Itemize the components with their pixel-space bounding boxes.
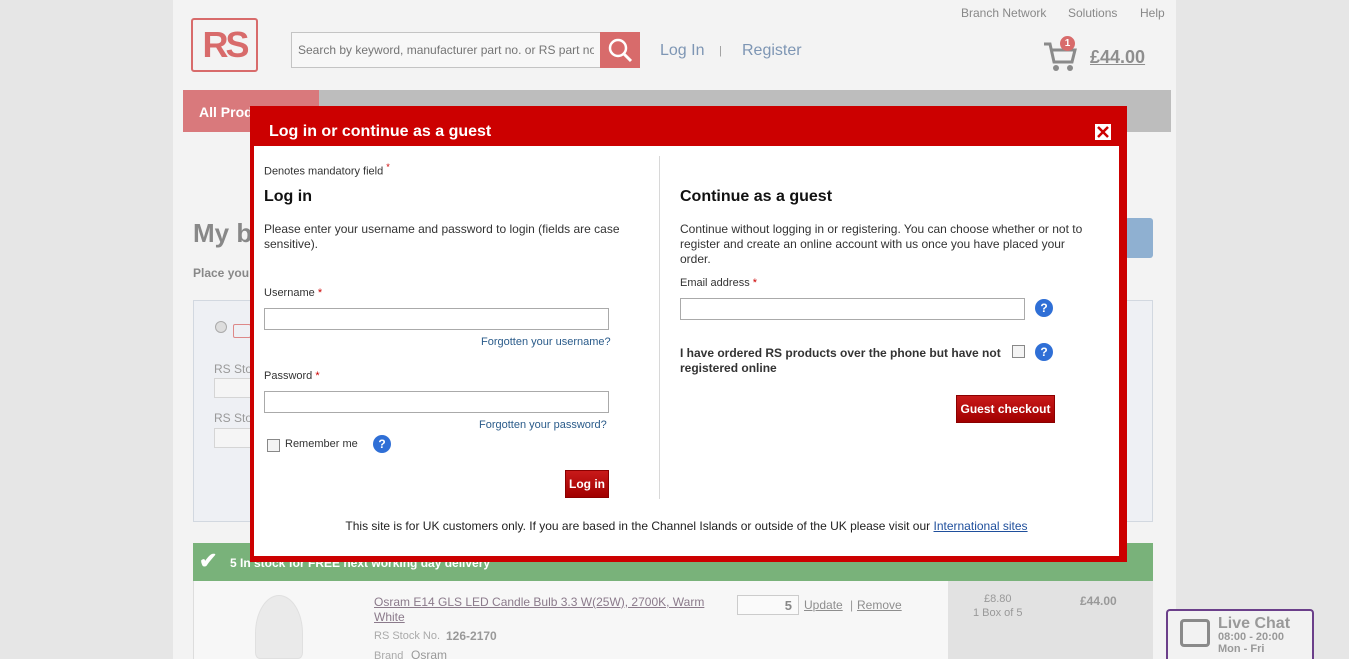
rs-stock-label: RS Sto <box>214 362 253 376</box>
brand-value: Osram <box>411 648 447 659</box>
search-input[interactable] <box>291 32 601 68</box>
rs-stock-no-label: RS Stock No. <box>374 630 441 642</box>
rs-stock-label-2: RS Sto <box>214 411 253 425</box>
modal-header: Log in or continue as a guest <box>254 110 1123 146</box>
update-remove-separator: | <box>850 598 854 612</box>
close-icon <box>1097 126 1109 138</box>
email-help-icon[interactable]: ? <box>1035 299 1053 317</box>
forgot-password-link[interactable]: Forgotten your password? <box>479 419 607 431</box>
login-modal: Log in or continue as a guest Denotes ma… <box>250 106 1127 562</box>
mandatory-note: Denotes mandatory field * <box>264 162 390 178</box>
keyboard-icon <box>233 324 251 338</box>
username-label: Username * <box>264 287 323 299</box>
search-icon <box>608 38 633 63</box>
live-chat-days: Mon - Fri <box>1218 643 1265 655</box>
line-total: £44.00 <box>1080 594 1117 608</box>
login-link[interactable]: Log In <box>660 42 704 60</box>
price-column <box>948 581 1153 659</box>
phone-order-help-icon[interactable]: ? <box>1035 343 1053 361</box>
email-label: Email address * <box>680 277 758 289</box>
search-button[interactable] <box>600 32 640 68</box>
modal-body: Denotes mandatory field * Log in Please … <box>254 146 1119 556</box>
basket-action-button[interactable] <box>1125 218 1153 258</box>
email-field[interactable] <box>680 298 1025 320</box>
live-chat-hours: 08:00 - 20:00 <box>1218 631 1285 643</box>
password-field[interactable] <box>264 391 609 413</box>
header-separator: | <box>719 45 722 57</box>
rs-logo[interactable]: RS <box>191 18 258 72</box>
cart-total[interactable]: £44.00 <box>1090 47 1145 68</box>
password-label: Password * <box>264 370 320 382</box>
rs-stock-no-value: 126-2170 <box>446 629 497 643</box>
solutions-link[interactable]: Solutions <box>1068 6 1117 20</box>
guest-intro: Continue without logging in or registeri… <box>680 222 1083 266</box>
unit-description: 1 Box of 5 <box>973 607 1023 619</box>
guest-heading: Continue as a guest <box>680 188 833 205</box>
branch-network-link[interactable]: Branch Network <box>961 6 1046 20</box>
guest-checkout-button[interactable]: Guest checkout <box>956 395 1055 423</box>
remove-link[interactable]: Remove <box>857 598 902 612</box>
uk-customers-note: This site is for UK customers only. If y… <box>345 519 1028 533</box>
close-button[interactable] <box>1095 124 1111 140</box>
quantity-input[interactable]: 5 <box>737 595 799 615</box>
forgot-username-link[interactable]: Forgotten your username? <box>481 336 611 348</box>
username-field[interactable] <box>264 308 609 330</box>
cart-count-badge: 1 <box>1060 36 1075 51</box>
basket-subtitle: Place you <box>193 266 250 280</box>
update-link[interactable]: Update <box>804 598 843 612</box>
remember-help-icon[interactable]: ? <box>373 435 391 453</box>
product-title-link[interactable]: Osram E14 GLS LED Candle Bulb 3.3 W(25W)… <box>374 595 724 625</box>
remember-me-label: Remember me <box>285 438 358 450</box>
phone-order-label: I have ordered RS products over the phon… <box>680 346 1001 375</box>
login-heading: Log in <box>264 188 312 205</box>
check-icon: ✔ <box>199 548 218 573</box>
modal-title: Log in or continue as a guest <box>269 123 492 140</box>
quick-add-radio[interactable] <box>215 321 227 333</box>
unit-price: £8.80 <box>984 593 1012 605</box>
brand-label: Brand <box>374 650 404 659</box>
rs-stock-input[interactable] <box>214 378 254 398</box>
register-link[interactable]: Register <box>742 42 802 60</box>
help-link[interactable]: Help <box>1140 6 1165 20</box>
remember-me-checkbox[interactable] <box>267 439 280 452</box>
basket-title: My b <box>193 218 253 248</box>
login-intro: Please enter your username and password … <box>264 222 620 251</box>
rs-stock-input-2[interactable] <box>214 428 254 448</box>
login-button[interactable]: Log in <box>565 470 609 498</box>
chat-bubble-icon <box>1180 619 1210 647</box>
international-sites-link[interactable]: International sites <box>934 519 1028 533</box>
column-divider <box>659 156 660 499</box>
phone-order-checkbox[interactable] <box>1012 345 1025 358</box>
